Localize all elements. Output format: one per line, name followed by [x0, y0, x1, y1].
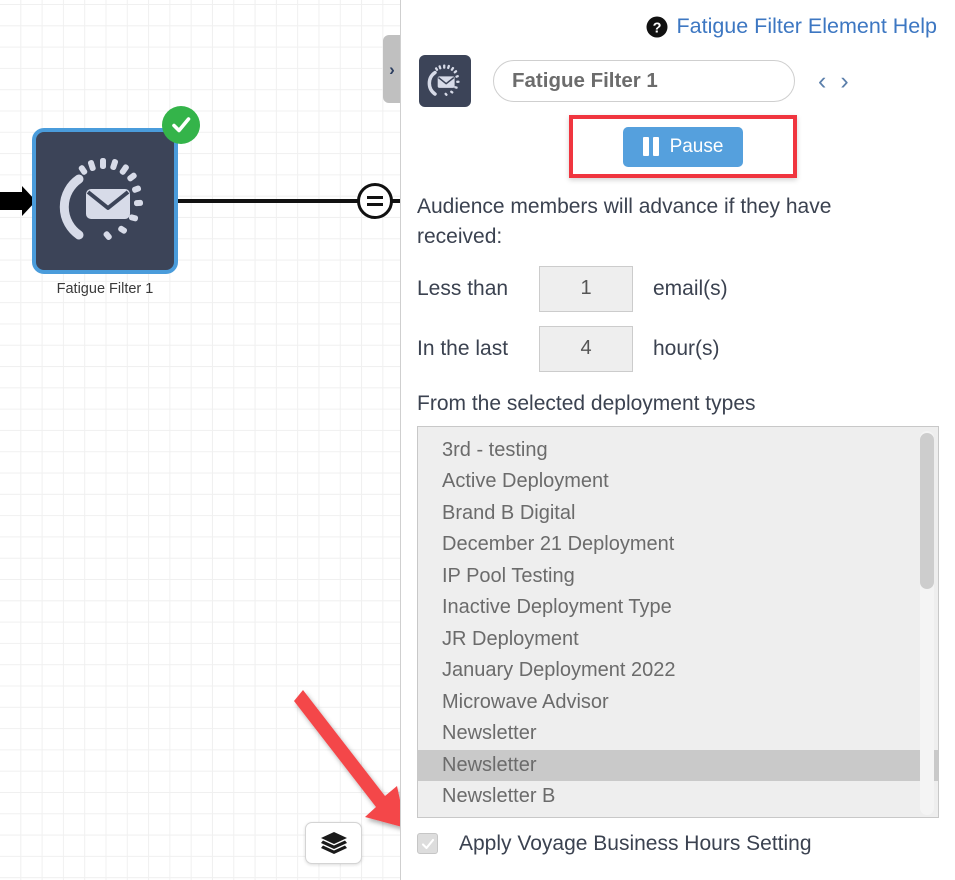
list-item[interactable]: Newsletter: [418, 718, 938, 750]
element-name-input[interactable]: [493, 60, 795, 102]
list-item[interactable]: 3rd - testing: [418, 435, 938, 467]
pause-button[interactable]: Pause: [623, 127, 743, 167]
fatigue-filter-gauge-email-icon: [53, 149, 157, 253]
element-settings-panel: ? Fatigue Filter Element Help: [400, 0, 955, 880]
arrow-right-icon: [0, 186, 36, 216]
equals-bar-bottom: [367, 203, 383, 206]
business-hours-label: Apply Voyage Business Hours Setting: [459, 832, 812, 856]
red-pointer-arrow-icon: [285, 680, 400, 840]
field-suffix-hours: hour(s): [653, 337, 720, 361]
element-icon-badge: [419, 55, 471, 107]
list-item[interactable]: Brand B Digital: [418, 498, 938, 530]
check-circle-icon: [162, 106, 200, 144]
list-item-selected[interactable]: Newsletter: [418, 750, 938, 782]
panel-description: Audience members will advance if they ha…: [417, 192, 887, 252]
help-row: ? Fatigue Filter Element Help: [417, 0, 939, 39]
list-item[interactable]: December 21 Deployment: [418, 529, 938, 561]
layers-icon: [320, 831, 348, 855]
field-label-in-the-last: In the last: [417, 337, 539, 361]
element-nav-arrows: ‹ ›: [818, 69, 849, 94]
canvas-node-label: Fatigue Filter 1: [32, 281, 178, 297]
field-row-less-than: Less than email(s): [417, 266, 939, 312]
email-count-input[interactable]: [539, 266, 633, 312]
canvas-node-fatigue-filter[interactable]: Fatigue Filter 1: [32, 128, 178, 297]
node-box[interactable]: [32, 128, 178, 274]
deployment-types-label: From the selected deployment types: [417, 392, 939, 416]
field-row-in-the-last: In the last hour(s): [417, 326, 939, 372]
app-root: Fatigue Filter 1 ›: [0, 0, 955, 880]
help-link[interactable]: Fatigue Filter Element Help: [677, 14, 938, 39]
question-mark-circle-icon[interactable]: ?: [646, 16, 668, 38]
panel-collapse-tab[interactable]: ›: [383, 35, 400, 103]
checkmark-icon: [421, 837, 435, 851]
chevron-left-icon[interactable]: ‹: [818, 69, 826, 94]
journey-canvas[interactable]: Fatigue Filter 1 ›: [0, 0, 400, 880]
fatigue-filter-gauge-email-icon: [425, 61, 465, 101]
business-hours-row[interactable]: Apply Voyage Business Hours Setting: [417, 832, 939, 856]
equals-bar-top: [367, 196, 383, 199]
pause-button-label: Pause: [670, 136, 724, 158]
list-item[interactable]: JR Deployment: [418, 624, 938, 656]
chevron-right-icon[interactable]: ›: [840, 69, 848, 94]
pause-icon: [643, 137, 659, 156]
list-item[interactable]: January Deployment 2022: [418, 655, 938, 687]
list-item[interactable]: Microwave Advisor: [418, 687, 938, 719]
svg-text:?: ?: [652, 20, 661, 36]
business-hours-checkbox[interactable]: [417, 833, 438, 854]
field-suffix-emails: email(s): [653, 277, 728, 301]
list-item[interactable]: Newsletter B: [418, 781, 938, 813]
pause-highlight-box: Pause: [569, 115, 797, 178]
deployment-types-listbox[interactable]: 3rd - testing Active Deployment Brand B …: [417, 426, 939, 818]
element-title-row: ‹ ›: [417, 55, 939, 107]
listbox-scrollbar-thumb[interactable]: [920, 433, 934, 589]
hours-input[interactable]: [539, 326, 633, 372]
equals-node-icon[interactable]: [357, 183, 393, 219]
list-item[interactable]: Oil & Gas Third Part: [418, 813, 938, 818]
list-item[interactable]: Inactive Deployment Type: [418, 592, 938, 624]
chevron-right-icon: ›: [389, 61, 395, 78]
field-label-less-than: Less than: [417, 277, 539, 301]
list-item[interactable]: Active Deployment: [418, 466, 938, 498]
list-item[interactable]: IP Pool Testing: [418, 561, 938, 593]
connector-line: [178, 199, 358, 203]
layers-button[interactable]: [305, 822, 362, 864]
